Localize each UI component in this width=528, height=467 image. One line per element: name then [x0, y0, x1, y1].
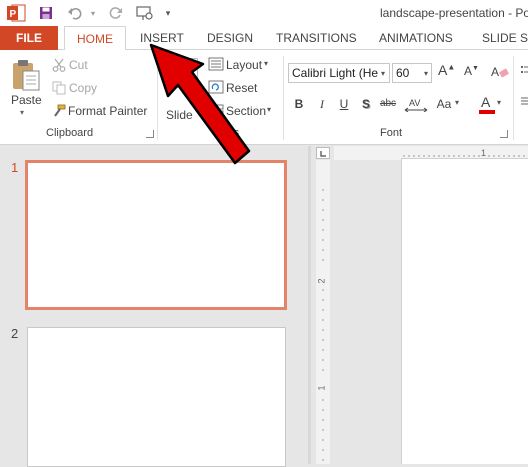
format-painter-icon — [52, 104, 66, 118]
ruler-number: 1 — [316, 385, 327, 391]
tab-transitions[interactable]: TRANSITIONS — [276, 26, 357, 50]
powerpoint-logo-icon[interactable]: P — [6, 4, 26, 22]
undo-dropdown-icon[interactable]: ▾ — [88, 3, 98, 23]
separator — [283, 56, 284, 140]
ruler-number: 1 — [481, 148, 487, 158]
shrink-font-icon[interactable]: A▼ — [464, 64, 482, 82]
slides-group-label: ides — [219, 127, 240, 139]
font-size-dropdown-icon[interactable]: ▾ — [420, 67, 432, 81]
font-name-combo[interactable]: Calibri Light (He — [288, 63, 390, 83]
underline-button[interactable]: U — [337, 96, 351, 112]
font-name-value: Calibri Light (He — [292, 66, 379, 80]
window-title: landscape-presentation - Pow — [380, 6, 528, 20]
svg-text:AV: AV — [409, 98, 420, 108]
italic-button[interactable]: I — [315, 96, 329, 112]
font-launcher-icon[interactable] — [500, 130, 508, 138]
shadow-button[interactable]: S — [359, 96, 373, 112]
customize-icon[interactable]: ▾ — [162, 3, 174, 23]
grow-font-icon[interactable]: A▲ — [438, 62, 458, 82]
clear-formatting-icon[interactable]: A — [490, 64, 510, 80]
clipboard-launcher-icon[interactable] — [146, 130, 154, 138]
layout-icon — [208, 57, 224, 71]
svg-text:P: P — [10, 9, 17, 20]
character-spacing-icon[interactable]: AV — [403, 96, 431, 113]
save-icon[interactable] — [36, 3, 56, 23]
font-color-dropdown-icon[interactable]: ▾ — [497, 98, 501, 107]
reset-icon — [208, 80, 224, 94]
slide-number: 1 — [11, 160, 19, 175]
redo-icon[interactable] — [106, 3, 126, 23]
cut-icon — [52, 58, 66, 72]
tab-slide-show[interactable]: SLIDE SH — [482, 26, 528, 50]
cut-button[interactable]: Cut — [69, 58, 88, 72]
paragraph-icon[interactable] — [520, 64, 528, 108]
layout-button[interactable]: Layout — [226, 58, 262, 72]
ruler-number: 2 — [316, 278, 327, 284]
strikethrough-button[interactable]: abc — [377, 96, 399, 112]
svg-text:A: A — [491, 65, 499, 79]
vertical-ruler — [316, 160, 330, 464]
tab-home[interactable]: HOME — [64, 26, 126, 51]
copy-icon — [52, 81, 66, 95]
new-slide-icon[interactable] — [170, 58, 198, 88]
paste-dropdown-icon[interactable]: ▾ — [20, 108, 24, 117]
separator — [513, 56, 514, 140]
svg-text:A: A — [481, 94, 491, 110]
presentation-icon[interactable] — [134, 3, 156, 23]
bold-button[interactable]: B — [292, 96, 306, 112]
section-icon — [208, 103, 224, 117]
separator — [157, 56, 158, 140]
tab-selector-icon[interactable] — [316, 147, 330, 159]
font-color-icon[interactable]: A — [477, 94, 497, 116]
font-group-label: Font — [380, 127, 403, 139]
format-painter-button[interactable]: Format Painter — [68, 104, 147, 118]
clipboard-group-label: Clipboard — [46, 127, 94, 139]
reset-button[interactable]: Reset — [226, 81, 257, 95]
slide-canvas[interactable] — [401, 158, 528, 464]
section-dropdown-icon[interactable]: ▾ — [267, 105, 271, 114]
tab-design[interactable]: DESIGN — [207, 26, 253, 50]
tab-file[interactable]: FILE — [0, 26, 58, 50]
section-button[interactable]: Section — [226, 104, 266, 118]
paste-icon[interactable] — [10, 58, 42, 92]
title-bar: P ▾ ▾ landscape-presentation - Pow — [0, 0, 528, 26]
tab-animations[interactable]: ANIMATIONS — [379, 26, 453, 50]
copy-button[interactable]: Copy — [69, 81, 97, 95]
layout-dropdown-icon[interactable]: ▾ — [264, 59, 268, 68]
change-case-button[interactable]: Aa — [434, 96, 454, 112]
ribbon-tabs: FILE HOME INSERT DESIGN TRANSITIONS ANIM… — [0, 26, 528, 51]
slide-number: 2 — [11, 326, 19, 341]
new-slide-button[interactable]: Slide — [166, 108, 193, 122]
font-size-value: 60 — [396, 66, 410, 80]
tab-insert[interactable]: INSERT — [140, 26, 184, 50]
font-name-dropdown-icon[interactable]: ▾ — [377, 67, 389, 81]
undo-icon[interactable] — [64, 3, 86, 23]
change-case-dropdown-icon[interactable]: ▾ — [455, 98, 459, 107]
paste-button[interactable]: Paste — [11, 93, 42, 107]
slide-thumbnail-1[interactable] — [25, 160, 287, 310]
slide-thumbnail-2[interactable] — [27, 327, 286, 467]
